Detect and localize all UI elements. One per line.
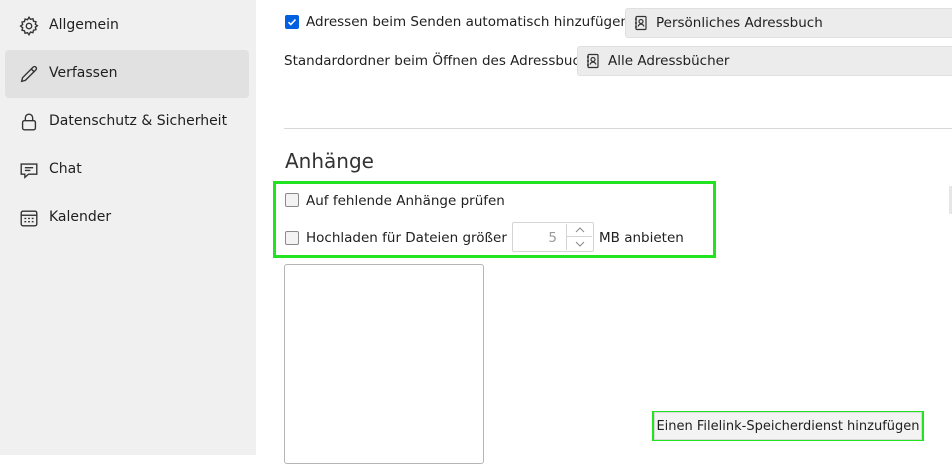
section-divider: [284, 128, 952, 129]
select-value: Persönliches Adressbuch: [656, 15, 823, 31]
sidebar-item-label: Datenschutz & Sicherheit: [49, 113, 228, 129]
upload-size-stepper[interactable]: 5: [512, 222, 594, 252]
auto-add-checkbox[interactable]: [285, 15, 299, 29]
check-missing-attachments-label: Auf fehlende Anhänge prüfen: [306, 193, 505, 209]
sidebar-item-kalender[interactable]: Kalender: [5, 194, 249, 242]
auto-add-addressbook-select[interactable]: Persönliches Adressbuch: [625, 8, 952, 38]
sidebar-item-allgemein[interactable]: Allgemein: [5, 2, 249, 50]
upload-large-files-label: Hochladen für Dateien größer als: [306, 230, 531, 246]
pencil-icon: [17, 62, 41, 86]
upload-large-files-checkbox[interactable]: [285, 231, 299, 245]
chevron-down-icon: [575, 241, 584, 247]
check-missing-attachments-checkbox[interactable]: [285, 193, 299, 207]
filelink-provider-list[interactable]: [284, 264, 484, 464]
add-filelink-button[interactable]: Einen Filelink-Speicherdienst hinzufügen: [654, 412, 922, 440]
attachments-section-title: Anhänge: [285, 149, 374, 173]
sidebar-item-chat[interactable]: Chat: [5, 146, 249, 194]
upload-size-value[interactable]: 5: [548, 230, 557, 246]
lock-icon: [17, 110, 41, 134]
select-value: Alle Adressbücher: [608, 53, 730, 69]
preferences-content: Adressen beim Senden automatisch hinzufü…: [256, 0, 952, 464]
sidebar-item-datenschutz[interactable]: Datenschutz & Sicherheit: [5, 98, 249, 146]
gear-icon: [17, 14, 41, 38]
chat-icon: [17, 158, 41, 182]
checkmark-icon: [287, 18, 297, 26]
addressbook-icon: [585, 53, 601, 73]
stepper-increment-button[interactable]: [566, 224, 592, 237]
default-folder-select[interactable]: Alle Adressbücher: [577, 46, 952, 76]
sidebar-item-label: Kalender: [49, 209, 112, 225]
sidebar-item-label: Chat: [49, 161, 82, 177]
sidebar-item-label: Verfassen: [49, 65, 118, 81]
sidebar-item-label: Allgemein: [49, 17, 119, 33]
sidebar: Allgemein Verfassen Datenschutz & Sicher…: [0, 0, 256, 455]
chevron-up-icon: [575, 227, 584, 233]
upload-size-suffix: MB anbieten: [599, 230, 684, 246]
addressbook-icon: [633, 15, 649, 35]
auto-add-label: Adressen beim Senden automatisch hinzufü…: [306, 14, 654, 30]
calendar-icon: [17, 206, 41, 230]
stepper-decrement-button[interactable]: [566, 237, 592, 250]
default-folder-label: Standardordner beim Öffnen des Adressbuc…: [284, 53, 601, 69]
sidebar-item-verfassen[interactable]: Verfassen: [5, 50, 249, 98]
